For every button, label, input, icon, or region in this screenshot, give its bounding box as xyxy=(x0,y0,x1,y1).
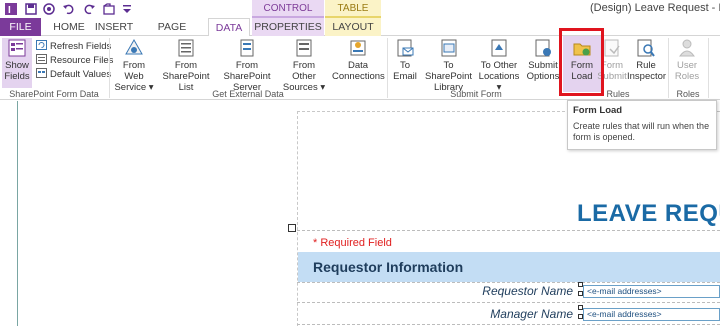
submit-options-label-1: Submit xyxy=(528,60,558,71)
from-sharepoint-server-label-1: From SharePoint xyxy=(223,60,271,82)
refresh-fields-button[interactable]: Refresh Fields xyxy=(36,40,111,53)
user-roles-label-2: Roles xyxy=(674,71,700,82)
user-roles-icon xyxy=(677,38,697,58)
open-icon[interactable] xyxy=(102,2,116,16)
from-sharepoint-list-label-1: From xyxy=(174,60,198,71)
rule-inspector-button[interactable]: Rule Inspector xyxy=(627,38,667,82)
ribbon-tabs: FILE HOME INSERT PAGE DESIGN DATA PROPER… xyxy=(0,18,720,51)
table-select-handle[interactable] xyxy=(288,224,296,232)
form-submit-icon xyxy=(602,38,622,58)
window-title: (Design) Leave Request - Inf xyxy=(590,2,720,14)
from-web-service-button[interactable]: From Web Service ▾ xyxy=(113,38,155,93)
from-other-sources-button[interactable]: From Other Sources ▾ xyxy=(280,38,328,93)
requestor-name-field[interactable]: <e-mail addresses> xyxy=(583,285,720,298)
svg-text:I: I xyxy=(8,5,11,16)
user-roles-button[interactable]: User Roles xyxy=(671,38,703,82)
to-other-locations-label-1: To Other xyxy=(480,60,518,71)
user-roles-label-1: User xyxy=(676,60,698,71)
customize-qat-icon[interactable] xyxy=(120,2,134,16)
other-locations-icon xyxy=(489,38,509,58)
tab-insert[interactable]: INSERT xyxy=(92,18,136,36)
form-load-highlight xyxy=(559,28,604,96)
data-connections-button[interactable]: Data Connections xyxy=(332,38,385,82)
to-other-locations-button[interactable]: To Other Locations ▾ xyxy=(476,38,522,93)
to-email-button[interactable]: To Email xyxy=(390,38,420,82)
to-email-label-2: Email xyxy=(393,71,417,82)
show-fields-label-2: Fields xyxy=(4,71,30,82)
default-values-button[interactable]: Default Values xyxy=(36,68,111,81)
sharepoint-server-icon xyxy=(237,38,257,58)
undo-icon[interactable] xyxy=(62,2,76,16)
rule-inspector-icon xyxy=(636,38,656,58)
manager-name-field[interactable]: <e-mail addresses> xyxy=(583,308,720,321)
fields-icon xyxy=(7,38,27,58)
tab-properties[interactable]: PROPERTIES xyxy=(252,18,324,36)
refresh-icon xyxy=(36,40,47,50)
requestor-name-label: Requestor Name xyxy=(482,284,573,298)
resource-files-button[interactable]: Resource Files xyxy=(36,54,113,67)
sharepoint-library-icon xyxy=(439,38,459,58)
row-divider xyxy=(297,282,720,283)
form-load-tooltip: Form Load Create rules that will run whe… xyxy=(567,100,717,150)
rule-inspector-label-1: Rule xyxy=(636,60,656,71)
default-values-icon xyxy=(36,68,47,78)
tab-page-design[interactable]: PAGE DESIGN xyxy=(138,18,206,51)
form-title: LEAVE REQU xyxy=(577,200,720,227)
to-email-label-1: To xyxy=(399,60,411,71)
data-connections-label-1: Data xyxy=(347,60,369,71)
to-sharepoint-library-label-1: To SharePoint xyxy=(424,60,472,82)
email-icon xyxy=(395,38,415,58)
submit-options-button[interactable]: Submit Options xyxy=(526,38,560,82)
title-divider xyxy=(297,230,720,231)
to-sharepoint-library-button[interactable]: To SharePoint Library xyxy=(421,38,476,93)
data-connections-label-2: Connections xyxy=(332,71,385,82)
row-divider xyxy=(297,324,720,325)
web-service-icon xyxy=(124,38,144,58)
resource-files-label: Resource Files xyxy=(50,55,114,66)
table-tools-header: TABLE TOOLS xyxy=(325,0,381,32)
row-divider xyxy=(297,302,720,303)
show-fields-label-1: Show xyxy=(5,60,29,71)
tab-layout[interactable]: LAYOUT xyxy=(325,18,381,36)
group-label-roles: Roles xyxy=(676,89,700,99)
preview-icon[interactable] xyxy=(42,2,56,16)
group-label-submit-form: Submit Form xyxy=(450,89,502,99)
data-connections-icon xyxy=(348,38,368,58)
redo-icon[interactable] xyxy=(82,2,96,16)
tab-home[interactable]: HOME xyxy=(48,18,90,36)
group-separator xyxy=(668,38,669,98)
control-tools-header: CONTROL TOOLS xyxy=(252,0,324,32)
group-label-sharepoint-form-data: SharePoint Form Data xyxy=(9,89,99,99)
group-label-rules: Rules xyxy=(606,89,630,99)
required-field-note: * Required Field xyxy=(313,237,392,249)
canvas-left-border xyxy=(17,101,18,326)
refresh-fields-label: Refresh Fields xyxy=(50,41,112,52)
ribbon: Show Fields Refresh Fields Resource File… xyxy=(0,36,720,100)
save-icon[interactable] xyxy=(24,2,38,16)
tooltip-body: Create rules that will run when the form… xyxy=(573,121,710,142)
rule-inspector-label-2: Inspector xyxy=(627,71,667,82)
submit-options-icon xyxy=(533,38,553,58)
from-sharepoint-list-button[interactable]: From SharePoint List xyxy=(157,38,215,93)
tab-file[interactable]: FILE xyxy=(0,18,41,36)
group-label-get-external-data: Get External Data xyxy=(212,89,284,99)
manager-name-label: Manager Name xyxy=(490,307,573,321)
tooltip-title: Form Load xyxy=(573,105,623,116)
sharepoint-list-icon xyxy=(176,38,196,58)
resource-files-icon xyxy=(36,54,47,64)
group-separator xyxy=(708,38,709,98)
show-fields-button[interactable]: Show Fields xyxy=(2,38,32,88)
section-title: Requestor Information xyxy=(313,259,464,275)
from-other-sources-label-1: From Other xyxy=(292,60,316,82)
from-sharepoint-server-button[interactable]: From SharePoint Server xyxy=(215,38,279,93)
default-values-label: Default Values xyxy=(50,69,112,80)
tab-data[interactable]: DATA xyxy=(208,18,250,37)
infopath-logo-icon: I xyxy=(4,2,18,16)
from-web-service-label-1: From Web xyxy=(122,60,146,82)
other-sources-icon xyxy=(294,38,314,58)
submit-options-label-2: Options xyxy=(526,71,560,82)
